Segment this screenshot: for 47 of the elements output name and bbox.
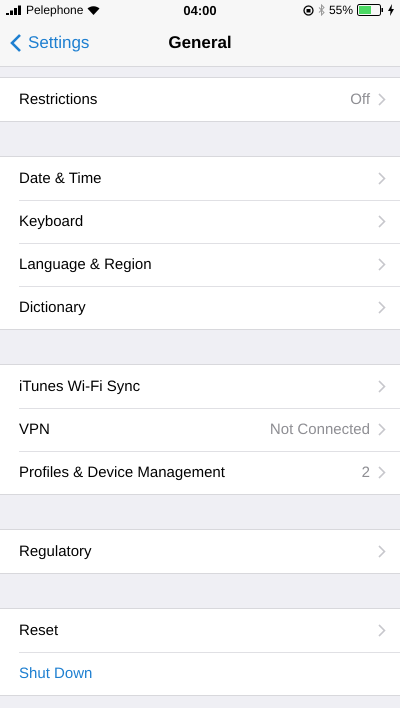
settings-row[interactable]: Regulatory [0, 530, 400, 573]
battery-icon [357, 4, 384, 16]
settings-row[interactable]: Date & Time [0, 157, 400, 200]
charging-bolt-icon [388, 4, 394, 16]
chevron-icon [378, 214, 386, 228]
chevron-icon [378, 93, 386, 106]
battery-percent: 55% [328, 3, 353, 17]
rotation-lock-icon [302, 4, 314, 16]
chevron-icon [378, 545, 386, 558]
chevron-icon [378, 380, 386, 392]
wifi-icon [87, 5, 100, 15]
row-value: Off [350, 91, 370, 108]
row-label: Date & Time [19, 170, 103, 186]
chevron-icon [378, 258, 386, 270]
settings-row[interactable]: Dictionary [0, 286, 400, 329]
row-label: Shut Down [19, 665, 94, 682]
row-value: 2 [362, 464, 370, 481]
row-label: Regulatory [19, 543, 93, 560]
row-label: Dictionary [19, 299, 87, 316]
row-label: Profiles & Device Management [19, 464, 226, 481]
row-label: iTunes Wi-Fi Sync [19, 378, 142, 394]
row-value: Not Connected [270, 420, 370, 438]
back-chevron-icon [10, 33, 22, 53]
back-button[interactable]: Settings [0, 33, 98, 53]
row-label: Reset [19, 622, 60, 638]
signal-icon [6, 5, 22, 15]
row-label: Keyboard [19, 212, 84, 230]
chevron-icon [378, 422, 386, 436]
chevron-icon [378, 172, 386, 184]
row-label: Language & Region [19, 256, 153, 272]
settings-row[interactable]: iTunes Wi-Fi Sync [0, 365, 400, 408]
settings-row[interactable]: Keyboard [0, 200, 400, 243]
settings-row[interactable]: Reset [0, 609, 400, 652]
carrier-name: Pelephone [26, 3, 84, 17]
settings-row[interactable]: Language & Region [0, 243, 400, 286]
settings-row[interactable]: Profiles & Device Management 2 [0, 451, 400, 494]
chevron-icon [378, 466, 386, 479]
bluetooth-icon [318, 4, 325, 16]
chevron-icon [378, 301, 386, 314]
settings-row[interactable]: Shut Down [0, 652, 400, 695]
row-label: VPN [19, 420, 51, 438]
row-label: Restrictions [19, 91, 98, 108]
clock-time: 04:00 [183, 2, 217, 18]
settings-row[interactable]: Restrictions Off [0, 78, 400, 121]
chevron-icon [378, 624, 386, 636]
settings-row[interactable]: VPN Not Connected [0, 408, 400, 451]
nav-title: General [168, 33, 232, 53]
